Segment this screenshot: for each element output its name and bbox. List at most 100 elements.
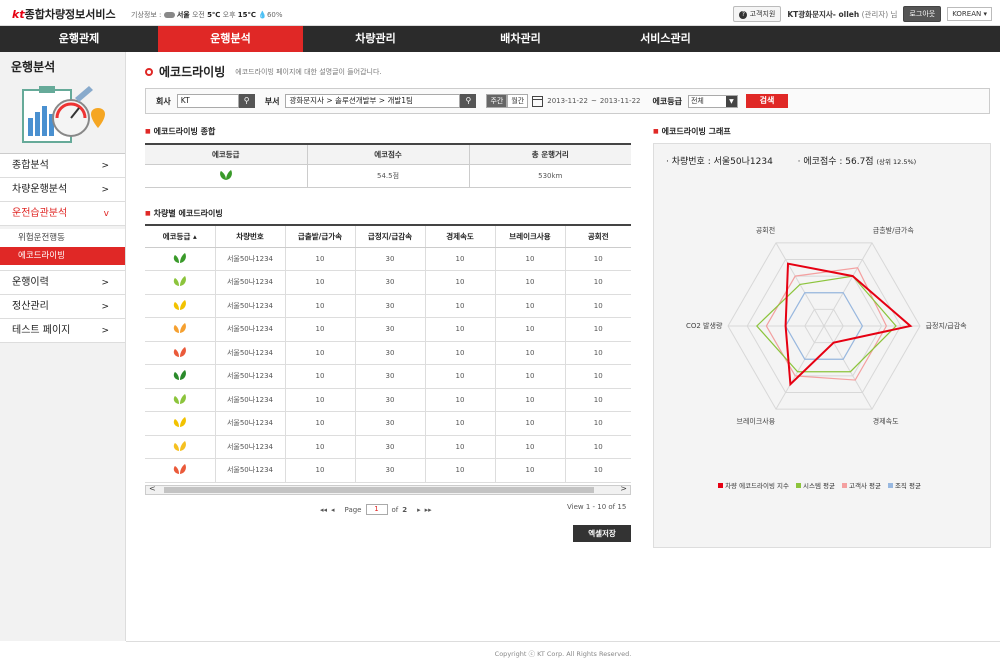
column-header-brake-use[interactable]: 브레이크사용 xyxy=(494,225,565,248)
footer: Copyright ⓒ KT Corp. All Rights Reserved… xyxy=(126,641,1000,666)
table-row[interactable]: 서울50나1234 10 30 10 10 10 xyxy=(145,341,631,365)
legend-swatch xyxy=(841,483,847,488)
page-title: 에코드라이빙 xyxy=(159,65,226,79)
table-row[interactable]: 서울50나1234 10 30 10 10 10 xyxy=(145,294,631,318)
user-name: KT광화문지사- olleh (관리자) 님 xyxy=(787,9,898,19)
scroll-right-icon[interactable]: > xyxy=(620,484,627,493)
prev-page-icon[interactable]: ◂ xyxy=(331,506,335,514)
column-header-vehicle-number[interactable]: 차량번호 xyxy=(214,225,285,248)
language-select[interactable]: KOREAN ▾ xyxy=(947,7,992,21)
nav-item-operation-analysis[interactable]: 운행분석 xyxy=(158,26,303,52)
chevron-down-icon: v xyxy=(103,209,109,219)
company-search-icon[interactable]: ⚲ xyxy=(238,94,255,108)
calendar-icon[interactable] xyxy=(532,95,544,107)
date-to[interactable]: 2013-11-22 xyxy=(600,97,641,105)
eco-leaf-icon xyxy=(173,252,186,263)
scrollbar-thumb[interactable] xyxy=(164,487,594,493)
humidity-icon: 💧 xyxy=(258,11,267,19)
title-bullet-icon xyxy=(145,67,153,76)
legend-item: 차량 에코드라이빙 지수 xyxy=(718,482,789,490)
table-row[interactable]: 서울50나1234 10 30 10 10 10 xyxy=(145,247,631,271)
table-row[interactable]: 서울50나1234 10 30 10 10 10 xyxy=(145,411,631,436)
search-bar: 회사 KT ⚲ 부서 광화문지사 > 솔루션개발부 > 개발1팀 ⚲ 주간 월간… xyxy=(145,88,990,114)
chevron-right-icon: > xyxy=(101,185,109,195)
column-header-grade[interactable]: 에코등급 ▴ xyxy=(145,225,215,248)
weekly-toggle[interactable]: 주간 xyxy=(486,94,508,108)
eco-leaf-icon xyxy=(173,370,186,381)
date-from[interactable]: 2013-11-22 xyxy=(547,97,588,105)
table-row[interactable]: 서울50나1234 10 30 10 10 10 xyxy=(145,388,631,412)
sidebar: 운행분석 종합분석 > 차량운행분석 > 운전습관분석 v 위험운전행동 에코드라이빙… xyxy=(0,52,126,641)
question-icon: ? xyxy=(739,11,748,19)
nav-item-dispatch-management[interactable]: 배차관리 xyxy=(448,26,593,52)
summary-table: 에코등급 에코점수 총 운행거리 54.5점 530km xyxy=(145,143,631,188)
excel-save-button[interactable]: 엑셀저장 xyxy=(573,525,631,542)
sidebar-item-test-page[interactable]: 테스트 페이지 > xyxy=(0,319,125,343)
legend-item: 조직 평균 xyxy=(887,482,921,490)
nav-item-vehicle-management[interactable]: 차량관리 xyxy=(303,26,448,52)
column-header-idling[interactable]: 공회전 xyxy=(564,225,631,248)
sidebar-item-overall-analysis[interactable]: 종합분석 > xyxy=(0,154,125,178)
radar-chart: 급출발/급가속급정지/급감속경제속도 브레이크사용 CO2 발생량 공회전 xyxy=(686,226,967,426)
sidebar-subitem-risky-driving[interactable]: 위험운전행동 xyxy=(0,229,125,247)
table-row[interactable]: 서울50나1234 10 30 10 10 10 xyxy=(145,458,631,483)
horizontal-scrollbar[interactable]: < > xyxy=(145,484,631,495)
column-header-sudden-start[interactable]: 급출발/급가속 xyxy=(284,225,355,248)
logout-button[interactable]: 로그아웃 xyxy=(903,6,942,22)
eco-leaf-icon xyxy=(173,323,186,334)
eco-leaf-icon xyxy=(173,464,186,475)
sidebar-subitem-eco-driving[interactable]: 에코드라이빙 xyxy=(0,247,125,265)
eco-grade-select[interactable]: 전체 ▼ xyxy=(687,94,738,108)
summary-heading: 에코드라이빙 종합 xyxy=(145,126,216,137)
last-page-icon[interactable]: ▸▸ xyxy=(425,506,432,514)
eco-leaf-icon xyxy=(173,299,186,310)
page-number-input[interactable]: 1 xyxy=(365,504,388,515)
graph-panel: · 차량번호 : 서울50나1234 · 에코점수 : 56.7점 (상위 12… xyxy=(653,143,991,548)
column-header-sudden-stop[interactable]: 급정지/급감속 xyxy=(354,225,425,248)
summary-distance: 530km xyxy=(468,164,631,188)
table-row[interactable]: 서울50나1234 10 30 10 10 10 xyxy=(145,435,631,459)
sidebar-item-operation-history[interactable]: 운행이력 > xyxy=(0,271,125,295)
customer-support-button[interactable]: ? 고객지원 xyxy=(733,6,782,22)
scroll-left-icon[interactable]: < xyxy=(149,484,156,493)
radar-axis-label: 급출발/급가속 xyxy=(873,226,915,235)
radar-series-line xyxy=(755,275,897,373)
table-row[interactable]: 서울50나1234 10 30 10 10 10 xyxy=(145,317,631,342)
radar-axis xyxy=(775,325,825,410)
sidebar-item-driving-habit-analysis[interactable]: 운전습관분석 v xyxy=(0,202,125,226)
main-nav: 운행관제 운행분석 차량관리 배차관리 서비스관리 xyxy=(0,26,1000,52)
chevron-down-icon: ▼ xyxy=(725,95,737,107)
table-row[interactable]: 서울50나1234 10 30 10 10 10 xyxy=(145,364,631,389)
view-count: View 1 - 10 of 15 xyxy=(567,503,627,511)
search-button[interactable]: 검색 xyxy=(745,94,788,108)
column-header-economic-speed[interactable]: 경제속도 xyxy=(424,225,495,248)
summary-score: 54.5점 xyxy=(306,164,469,188)
logo[interactable]: kt종합차량정보서비스 xyxy=(12,6,116,22)
vehicle-heading: 차량별 에코드라이빙 xyxy=(145,208,223,219)
top-bar: kt종합차량정보서비스 기상정보 : 서울 오전 5℃ 오후 15℃ 💧60% … xyxy=(0,0,1000,26)
table-row: 54.5점 530km xyxy=(145,164,631,188)
sidebar-item-vehicle-operation-analysis[interactable]: 차량운행분석 > xyxy=(0,178,125,202)
first-page-icon[interactable]: ◂◂ xyxy=(320,506,327,514)
radar-axis-label: 브레이크사용 xyxy=(737,416,776,425)
legend-item: 시스템 평균 xyxy=(796,482,835,490)
legend-swatch xyxy=(796,483,801,488)
pagination: ◂◂ ◂ Page 1 of 2 ▸ ▸▸ xyxy=(320,504,432,515)
chevron-right-icon: > xyxy=(101,302,109,312)
graph-heading: 에코드라이빙 그래프 xyxy=(653,126,731,137)
weather-info: 기상정보 : 서울 오전 5℃ 오후 15℃ 💧60% xyxy=(131,11,283,19)
eco-leaf-icon xyxy=(173,393,186,404)
graph-rank: (상위 12.5%) xyxy=(876,158,917,166)
department-search-icon[interactable]: ⚲ xyxy=(460,94,477,108)
monthly-toggle[interactable]: 월간 xyxy=(507,94,529,108)
table-row[interactable]: 서울50나1234 10 30 10 10 10 xyxy=(145,270,631,295)
eco-leaf-icon xyxy=(173,417,186,428)
next-page-icon[interactable]: ▸ xyxy=(417,506,421,514)
nav-item-service-management[interactable]: 서비스관리 xyxy=(593,26,738,52)
radar-axis xyxy=(823,325,873,410)
company-input[interactable]: KT xyxy=(176,94,239,108)
nav-item-operation-control[interactable]: 운행관제 xyxy=(0,26,158,52)
sidebar-title: 운행분석 xyxy=(11,60,56,74)
department-input[interactable]: 광화문지사 > 솔루션개발부 > 개발1팀 xyxy=(285,94,461,108)
sidebar-item-settlement[interactable]: 정산관리 > xyxy=(0,295,125,319)
